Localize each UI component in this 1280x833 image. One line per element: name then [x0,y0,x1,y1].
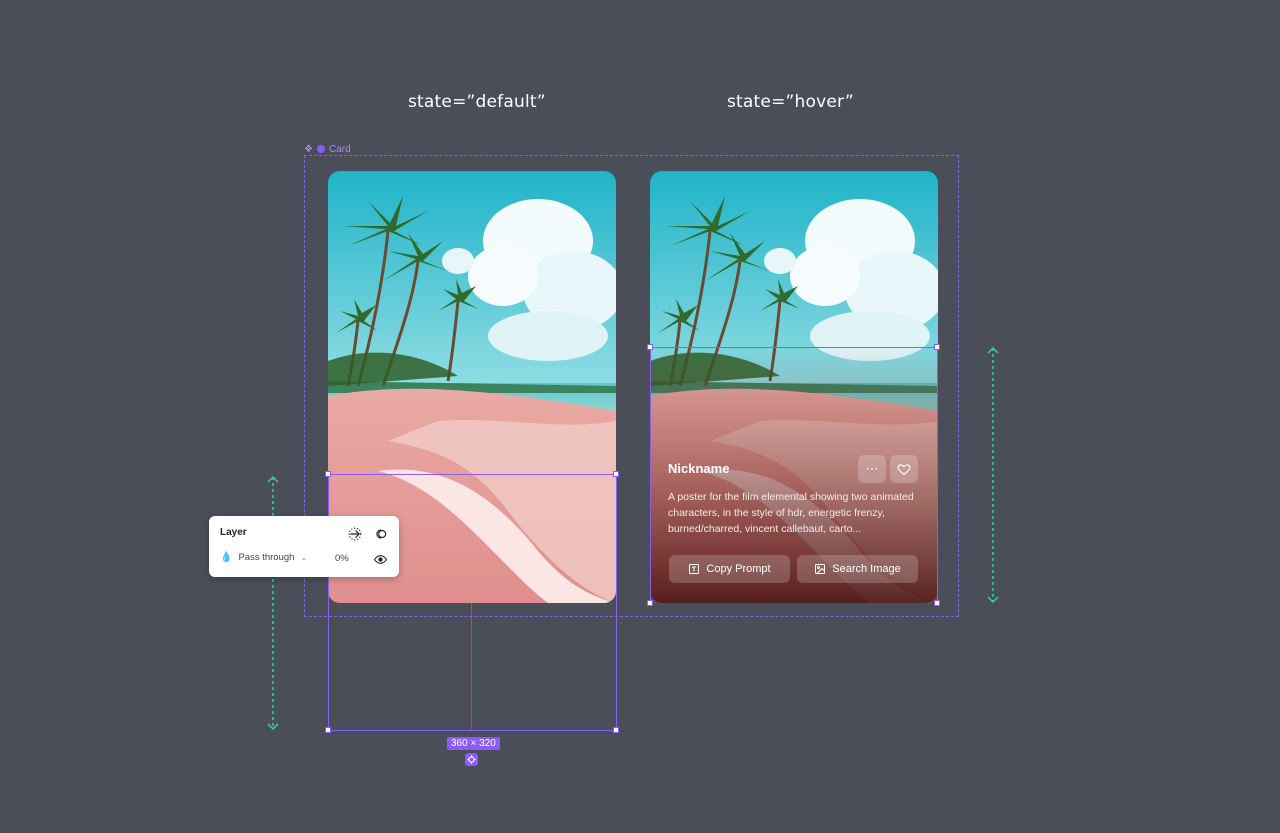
resize-handle[interactable] [613,727,619,733]
drop-icon: 💧 [220,552,233,563]
copy-prompt-label: Copy Prompt [706,563,771,575]
resize-handle[interactable] [934,344,940,350]
text-icon [689,564,700,574]
nickname: Nickname [668,461,730,476]
beach-image-hover [650,171,938,603]
component-tag[interactable]: ❖ Card [304,143,351,155]
card-hover[interactable]: Nickname ⋯ A poster for the film element… [650,171,938,603]
more-button[interactable]: ⋯ [858,455,886,483]
resize-handle[interactable] [325,727,331,733]
state-default-label: state=”default” [408,92,546,112]
size-badge: 360 × 320 [447,737,500,750]
chevron-down-icon[interactable]: ⌄ [300,553,307,562]
resize-handle[interactable] [647,344,653,350]
resize-handle[interactable] [613,471,619,477]
center-guide [471,603,472,730]
mask-icon[interactable] [374,527,388,541]
component-icon: ❖ [304,143,313,155]
more-icon: ⋯ [865,461,879,476]
prompt-description: A poster for the film elemental showing … [668,491,914,535]
eye-icon[interactable] [374,553,387,566]
hover-selection-top-edge [650,347,938,348]
target-icon[interactable] [465,753,478,766]
variant-dot [316,145,325,153]
layer-panel: Layer 💧 Pass through ⌄ 0% [209,516,399,577]
layer-panel-title: Layer [220,527,247,538]
go-to-icon[interactable] [348,527,362,541]
search-image-button[interactable]: Search Image [797,555,918,583]
copy-prompt-button[interactable]: Copy Prompt [669,555,790,583]
opacity-input[interactable]: 0% [335,553,349,564]
component-name: Card [328,143,351,155]
vertical-spacing-arrow-left [267,475,279,731]
hover-selection-left-edge [650,347,651,603]
resize-handle[interactable] [647,600,653,606]
state-hover-label: state=”hover” [727,92,854,112]
image-icon [815,564,826,574]
resize-handle[interactable] [325,471,331,477]
selection-left-edge [328,474,329,731]
search-image-label: Search Image [832,563,901,575]
hover-selection-right-edge [937,347,938,603]
selection-top-edge [328,474,616,475]
selection-right-edge [616,474,617,731]
blend-mode-select[interactable]: Pass through [238,552,294,563]
selection-bottom-edge [328,730,616,731]
resize-handle[interactable] [934,600,940,606]
like-button[interactable] [890,455,918,483]
heart-icon [897,464,911,475]
vertical-spacing-arrow-right [987,346,999,604]
